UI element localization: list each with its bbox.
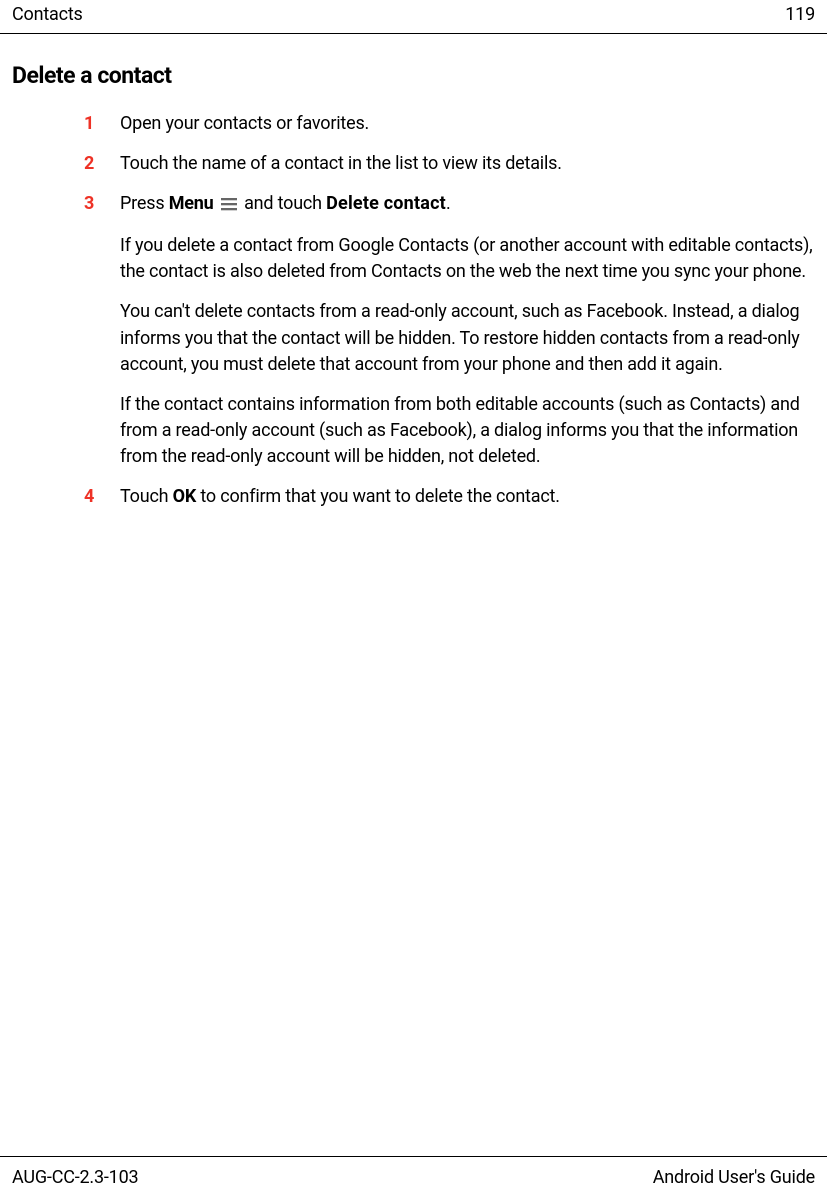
bold-delete-contact: Delete contact (326, 193, 446, 214)
step-list: 1 Open your contacts or favorites. 2 Tou… (12, 111, 815, 510)
step-number: 1 (84, 111, 94, 137)
step-2: 2 Touch the name of a contact in the lis… (120, 151, 815, 177)
bold-menu: Menu (169, 193, 214, 214)
step-4: 4 Touch OK to confirm that you want to d… (120, 484, 815, 510)
page-footer: AUG-CC-2.3-103 Android User's Guide (0, 1156, 827, 1196)
text-segment: and touch (240, 193, 326, 214)
step-paragraph: You can't delete contacts from a read-on… (120, 299, 815, 377)
step-text: Touch OK to confirm that you want to del… (120, 484, 815, 510)
step-number: 3 (84, 191, 94, 217)
header-page-number: 119 (785, 4, 815, 25)
menu-icon (221, 193, 237, 219)
page-content: Delete a contact 1 Open your contacts or… (0, 62, 827, 510)
footer-guide-name: Android User's Guide (653, 1167, 815, 1188)
text-segment: Touch (120, 486, 173, 507)
footer-doc-id: AUG-CC-2.3-103 (12, 1167, 138, 1188)
step-paragraph: If you delete a contact from Google Cont… (120, 233, 815, 285)
section-title: Delete a contact (12, 62, 815, 89)
step-3: 3 Press Menu and touch Delete contact. I… (120, 191, 815, 470)
step-paragraph: If the contact contains information from… (120, 392, 815, 470)
step-number: 2 (84, 151, 94, 177)
step-text: Touch the name of a contact in the list … (120, 151, 815, 177)
text-segment: . (446, 193, 451, 214)
text-segment: Press (120, 193, 169, 214)
step-text: Open your contacts or favorites. (120, 111, 815, 137)
step-1: 1 Open your contacts or favorites. (120, 111, 815, 137)
bold-ok: OK (173, 486, 196, 507)
header-section: Contacts (12, 4, 83, 25)
step-number: 4 (84, 484, 94, 510)
page-header: Contacts 119 (0, 0, 827, 34)
text-segment: to confirm that you want to delete the c… (196, 486, 560, 507)
step-text: Press Menu and touch Delete contact. If … (120, 191, 815, 470)
